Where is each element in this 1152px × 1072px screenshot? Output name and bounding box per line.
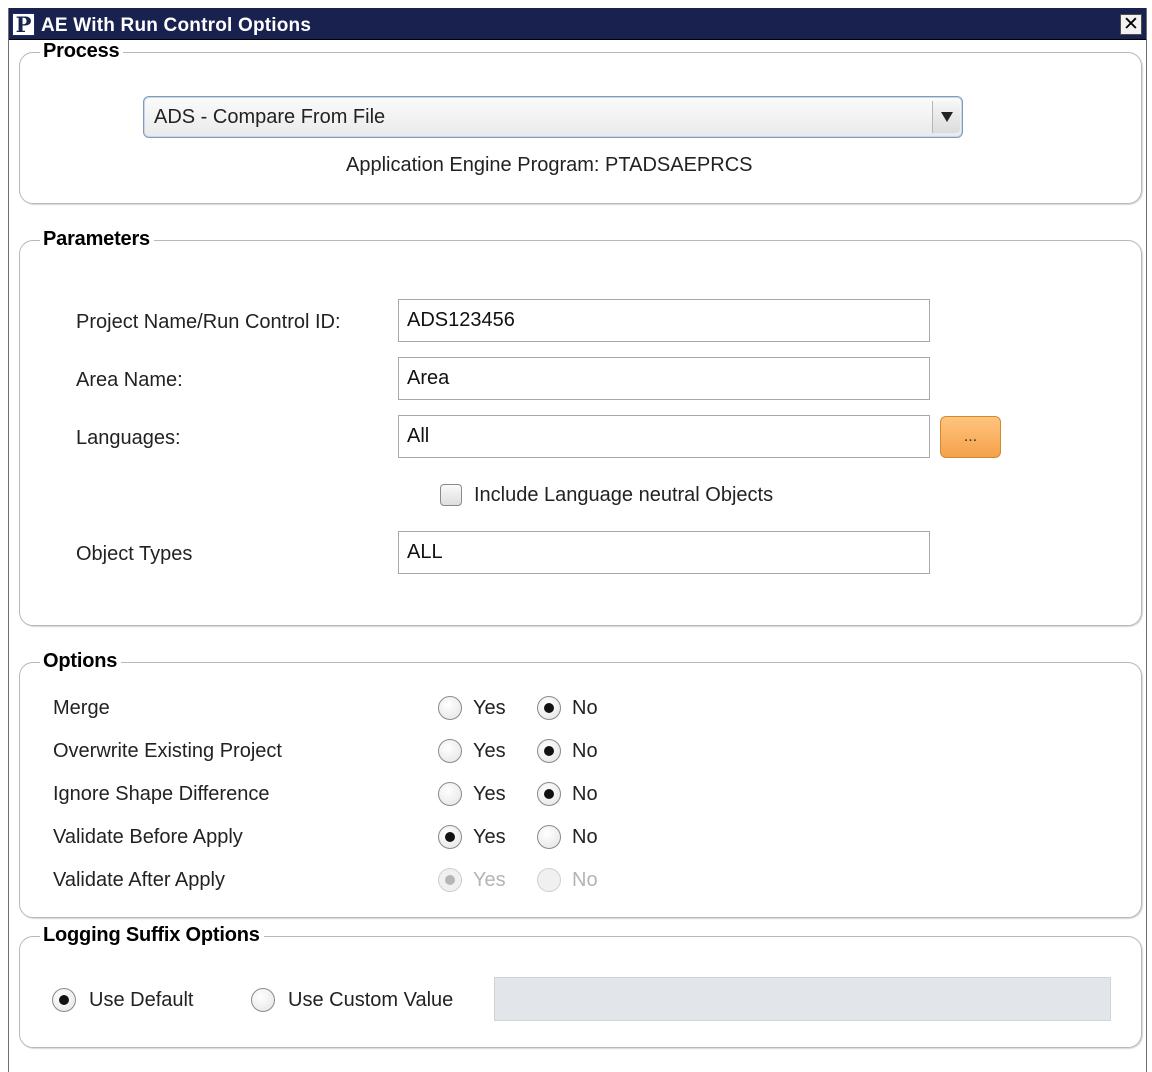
validate-before-yes-label[interactable]: Yes: [473, 826, 506, 849]
include-neutral-checkbox[interactable]: [440, 484, 462, 506]
project-name-field[interactable]: ADS123456: [398, 299, 930, 342]
include-neutral-label[interactable]: Include Language neutral Objects: [474, 484, 773, 507]
use-default-radio[interactable]: [52, 988, 76, 1012]
option-label-ignore-shape: Ignore Shape Difference: [53, 783, 270, 805]
app-logo-icon: P: [12, 13, 35, 36]
ignore-shape-yes-radio[interactable]: [438, 782, 462, 806]
process-select-value: ADS - Compare From File: [154, 106, 386, 128]
project-name-label: Project Name/Run Control ID:: [76, 311, 341, 333]
ignore-shape-no-radio[interactable]: [537, 782, 561, 806]
ignore-shape-yes-label[interactable]: Yes: [473, 783, 506, 806]
option-label-validate-after: Validate After Apply: [53, 869, 225, 891]
merge-yes-radio[interactable]: [438, 696, 462, 720]
validate-before-yes-radio[interactable]: [438, 825, 462, 849]
title-bar[interactable]: P AE With Run Control Options ✕: [9, 8, 1146, 40]
overwrite-yes-radio[interactable]: [438, 739, 462, 763]
overwrite-yes-label[interactable]: Yes: [473, 740, 506, 763]
validate-after-yes-label: Yes: [473, 869, 506, 891]
logging-legend: Logging Suffix Options: [40, 924, 264, 947]
merge-yes-label[interactable]: Yes: [473, 697, 506, 720]
validate-before-no-radio[interactable]: [537, 825, 561, 849]
area-name-label: Area Name:: [76, 369, 183, 391]
overwrite-no-radio[interactable]: [537, 739, 561, 763]
option-label-merge: Merge: [53, 697, 110, 719]
validate-after-no-label: No: [572, 869, 598, 891]
validate-after-yes-radio: [438, 868, 462, 892]
validate-after-no-radio: [537, 868, 561, 892]
object-types-label: Object Types: [76, 543, 193, 565]
merge-no-label[interactable]: No: [572, 697, 598, 720]
area-name-field[interactable]: Area: [398, 357, 930, 400]
option-label-validate-before: Validate Before Apply: [53, 826, 243, 848]
ignore-shape-no-label[interactable]: No: [572, 783, 598, 806]
object-types-field[interactable]: ALL: [398, 531, 930, 574]
languages-field[interactable]: All: [398, 415, 930, 458]
use-custom-radio[interactable]: [251, 988, 275, 1012]
parameters-legend: Parameters: [40, 228, 154, 251]
languages-browse-button[interactable]: ...: [940, 416, 1001, 458]
option-label-overwrite: Overwrite Existing Project: [53, 740, 282, 762]
use-custom-label[interactable]: Use Custom Value: [288, 989, 453, 1012]
languages-label: Languages:: [76, 427, 181, 449]
use-default-label[interactable]: Use Default: [89, 989, 194, 1012]
custom-value-field[interactable]: [494, 977, 1111, 1021]
process-select[interactable]: ADS - Compare From File: [143, 96, 963, 138]
options-legend: Options: [40, 650, 122, 673]
validate-before-no-label[interactable]: No: [572, 826, 598, 849]
window-title: AE With Run Control Options: [41, 15, 312, 36]
close-button[interactable]: ✕: [1120, 14, 1142, 35]
process-legend: Process: [40, 40, 124, 63]
program-name-text: Application Engine Program: PTADSAEPRCS: [346, 154, 753, 176]
overwrite-no-label[interactable]: No: [572, 740, 598, 763]
dropdown-arrow-icon[interactable]: [932, 101, 960, 133]
merge-no-radio[interactable]: [537, 696, 561, 720]
